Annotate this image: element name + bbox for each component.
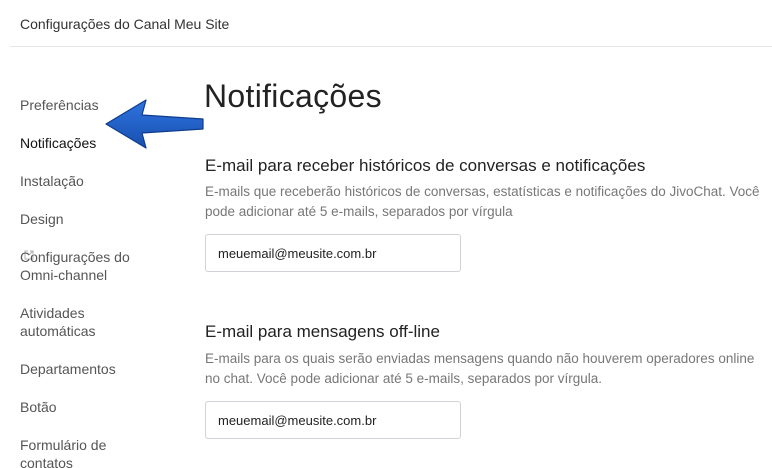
sidebar-item-instalacao[interactable]: Instalação xyxy=(20,154,170,190)
sidebar-item-label: Configurações do Omni-channel xyxy=(20,249,130,283)
sidebar-item-label: Instalação xyxy=(20,173,84,189)
section-description-offline: E-mails para os quais serão enviadas men… xyxy=(205,351,755,386)
sidebar-item-label: Atividades automáticas xyxy=(20,305,96,339)
header-divider xyxy=(10,46,772,47)
section-title-historicos: E-mail para receber históricos de conver… xyxy=(205,156,646,175)
sidebar-item-label: Design xyxy=(20,211,64,227)
sidebar-item-omni-channel[interactable]: Configurações do Omni-channel xyxy=(20,230,170,284)
section-description-historicos: E-mails que receberão históricos de conv… xyxy=(205,184,760,219)
section-title-offline: E-mail para mensagens off-line xyxy=(205,322,440,341)
sidebar-item-label: Departamentos xyxy=(20,361,116,377)
header: Configurações do Canal Meu Site xyxy=(0,0,772,47)
sidebar-item-atividades-automaticas[interactable]: Atividades automáticas xyxy=(20,286,170,340)
sidebar-item-label: Preferências xyxy=(20,97,99,113)
sidebar-item-botao[interactable]: Botão xyxy=(20,380,170,416)
settings-page: Configurações do Canal Meu Site Preferên… xyxy=(0,0,772,468)
sidebar-item-label: Notificações xyxy=(20,135,97,151)
email-historicos-input[interactable] xyxy=(205,234,461,272)
arrow-left-icon xyxy=(104,96,206,157)
page-title: Notificações xyxy=(204,78,382,114)
header-title: Configurações do Canal Meu Site xyxy=(20,16,230,32)
sidebar-item-formulario-contatos[interactable]: Formulário de contatos xyxy=(20,418,170,468)
sidebar-item-departamentos[interactable]: Departamentos xyxy=(20,342,170,378)
sidebar-item-label: Formulário de contatos xyxy=(20,437,107,468)
email-offline-input[interactable] xyxy=(205,401,461,439)
sidebar-item-label: Botão xyxy=(20,399,57,415)
